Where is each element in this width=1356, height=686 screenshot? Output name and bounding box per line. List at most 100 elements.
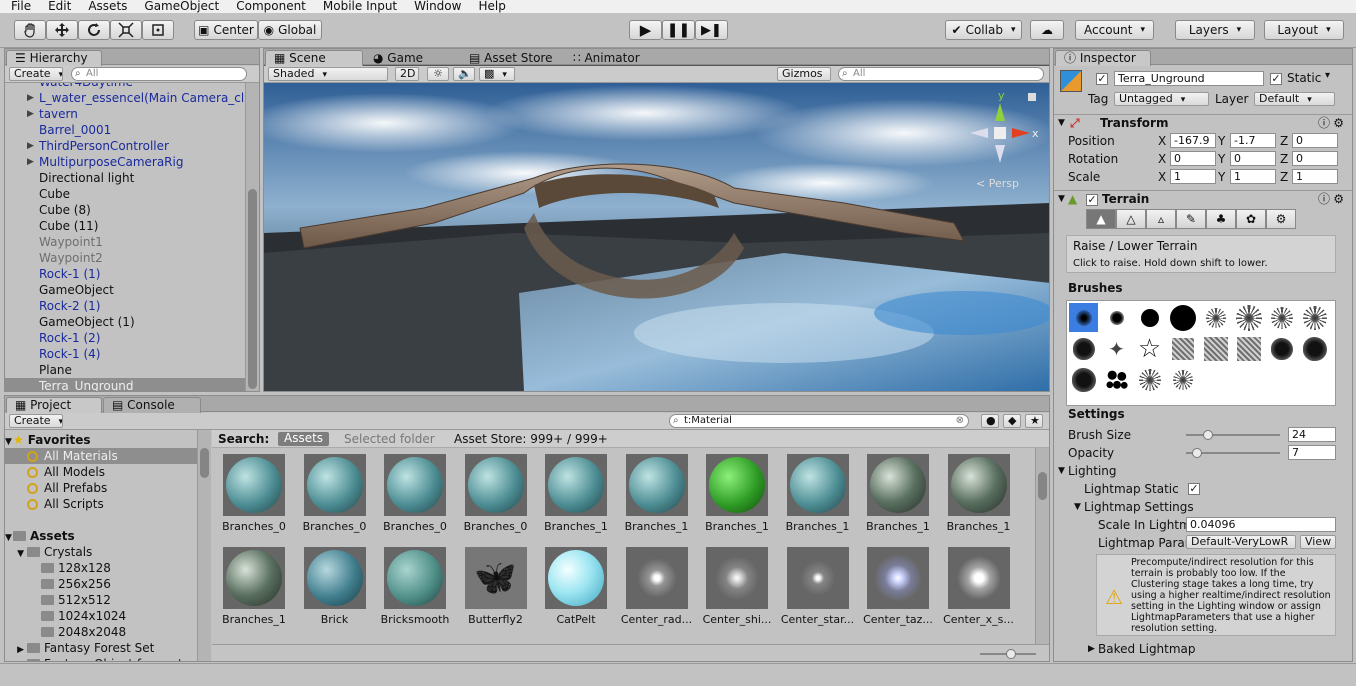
static-dropdown-arrow-icon[interactable]: ▾ bbox=[1325, 70, 1330, 81]
asset-item[interactable]: Branches_1 bbox=[942, 454, 1016, 534]
brush-size-slider[interactable] bbox=[1186, 430, 1280, 440]
project-tree-item[interactable]: 512x512 bbox=[5, 592, 197, 608]
move-tool-button[interactable] bbox=[46, 20, 78, 40]
opacity-field[interactable]: 7 bbox=[1288, 445, 1336, 460]
brush-option[interactable] bbox=[1069, 303, 1098, 332]
asset-item[interactable]: Center_shi... bbox=[700, 547, 774, 627]
thumbnail-size-slider[interactable] bbox=[980, 649, 1036, 659]
hierarchy-search-input[interactable]: All bbox=[71, 67, 247, 81]
brush-option[interactable] bbox=[1201, 334, 1230, 363]
menu-item-file[interactable]: File bbox=[0, 0, 37, 13]
rotate-tool-button[interactable] bbox=[78, 20, 110, 40]
object-name-field[interactable]: Terra_Unground bbox=[1114, 71, 1264, 86]
asset-item[interactable]: Branches_0 bbox=[378, 454, 452, 534]
opacity-knob[interactable] bbox=[1191, 448, 1202, 458]
project-tree-item[interactable]: All Scripts bbox=[5, 496, 197, 512]
brush-option[interactable] bbox=[1267, 334, 1296, 363]
project-create-button[interactable]: Create bbox=[9, 414, 63, 428]
project-tree-item[interactable]: ▼ Assets bbox=[5, 528, 197, 544]
filter-label-button[interactable]: ◆ bbox=[1003, 414, 1021, 428]
project-tree-item[interactable]: ▶ Fantasy Object free set bbox=[5, 656, 197, 661]
tab-animator[interactable]: ∷ Animator bbox=[564, 50, 654, 66]
project-tree-item[interactable]: 128x128 bbox=[5, 560, 197, 576]
cloud-button[interactable]: ☁ bbox=[1030, 20, 1064, 40]
scope-selected-folder-button[interactable]: Selected folder bbox=[344, 430, 435, 448]
project-tree-item[interactable]: 256x256 bbox=[5, 576, 197, 592]
hierarchy-item[interactable]: Barrel_0001 bbox=[5, 122, 245, 138]
raise-lower-tool[interactable]: ▲ bbox=[1086, 209, 1116, 229]
asset-grid-scroll-thumb[interactable] bbox=[1038, 472, 1047, 500]
hierarchy-item[interactable]: Terra_Unground bbox=[5, 378, 245, 391]
pivot-toggle[interactable]: ▣ Center bbox=[194, 20, 258, 40]
lighting-toggle[interactable]: ☼ bbox=[427, 67, 449, 81]
asset-item[interactable]: Branches_1 bbox=[700, 454, 774, 534]
expand-arrow-icon[interactable]: ▶ bbox=[27, 90, 34, 106]
layer-dropdown[interactable]: Default bbox=[1254, 92, 1335, 106]
asset-item[interactable]: Center_taz... bbox=[861, 547, 935, 627]
menu-item-help[interactable]: Help bbox=[467, 0, 511, 13]
lightmap-static-checkbox[interactable]: ✓ bbox=[1188, 483, 1200, 495]
tab-hierarchy[interactable]: ☰ Hierarchy bbox=[6, 50, 102, 66]
hierarchy-item[interactable]: Rock-1 (4) bbox=[5, 346, 245, 362]
hierarchy-scroll-thumb[interactable] bbox=[248, 189, 257, 389]
lightmap-settings-foldout[interactable]: ▼ Lightmap Settings bbox=[1054, 498, 1352, 516]
transform-x-field[interactable]: -167.9 bbox=[1170, 133, 1216, 148]
menu-item-mobile-input[interactable]: Mobile Input bbox=[312, 0, 403, 13]
rect-tool-button[interactable] bbox=[142, 20, 174, 40]
brush-size-knob[interactable] bbox=[1202, 430, 1213, 440]
layers-dropdown[interactable]: Layers bbox=[1175, 20, 1255, 40]
brush-option[interactable] bbox=[1069, 365, 1098, 394]
asset-item[interactable]: Bricksmooth bbox=[378, 547, 452, 627]
brush-option[interactable] bbox=[1102, 303, 1131, 332]
tab-inspector[interactable]: ⓘ Inspector bbox=[1055, 50, 1151, 66]
hierarchy-item[interactable]: GameObject (1) bbox=[5, 314, 245, 330]
persp-label[interactable]: < Persp bbox=[976, 177, 1019, 190]
brush-option[interactable] bbox=[1168, 334, 1197, 363]
brush-option[interactable] bbox=[1201, 303, 1230, 332]
project-tree-item[interactable]: 2048x2048 bbox=[5, 624, 197, 640]
hierarchy-item[interactable]: Rock-2 (1) bbox=[5, 298, 245, 314]
step-button[interactable]: ▶❚ bbox=[695, 20, 728, 40]
scope-asset-store-button[interactable]: Asset Store: 999+ / 999+ bbox=[454, 430, 608, 448]
hierarchy-item[interactable]: Cube bbox=[5, 186, 245, 202]
tag-dropdown[interactable]: Untagged bbox=[1114, 92, 1209, 106]
hierarchy-item[interactable]: Cube (8) bbox=[5, 202, 245, 218]
asset-item[interactable]: Branches_1 bbox=[861, 454, 935, 534]
lighting-foldout[interactable]: ▼ Lighting bbox=[1054, 462, 1352, 480]
layout-dropdown[interactable]: Layout bbox=[1264, 20, 1344, 40]
help-icon[interactable]: ⓘ bbox=[1318, 115, 1330, 132]
brush-option[interactable] bbox=[1300, 334, 1329, 363]
project-tree-item[interactable]: All Models bbox=[5, 464, 197, 480]
asset-item[interactable]: Center_rad... bbox=[620, 547, 694, 627]
project-search-input[interactable]: t:Material ⊗ bbox=[669, 414, 969, 428]
tab-scene[interactable]: ▦ Scene bbox=[265, 50, 363, 66]
transform-header[interactable]: ▼ ⤢ Transform ⓘ ⚙ bbox=[1054, 114, 1352, 132]
paint-details-tool[interactable]: ✿ bbox=[1236, 209, 1266, 229]
audio-toggle[interactable]: 🔈 bbox=[453, 67, 475, 81]
space-toggle[interactable]: ◉ Global bbox=[258, 20, 322, 40]
clear-search-icon[interactable]: ⊗ bbox=[956, 415, 964, 427]
project-tree-item[interactable]: ▼★ Favorites bbox=[5, 432, 197, 448]
paint-height-tool[interactable]: △ bbox=[1116, 209, 1146, 229]
hierarchy-item[interactable]: Plane bbox=[5, 362, 245, 378]
terrain-enabled-checkbox[interactable]: ✓ bbox=[1086, 194, 1098, 206]
place-trees-tool[interactable]: ♣ bbox=[1206, 209, 1236, 229]
hierarchy-item[interactable]: ▶ ThirdPersonController bbox=[5, 138, 245, 154]
menu-item-gameobject[interactable]: GameObject bbox=[133, 0, 225, 13]
brush-size-field[interactable]: 24 bbox=[1288, 427, 1336, 442]
brush-option[interactable] bbox=[1234, 334, 1263, 363]
menu-item-assets[interactable]: Assets bbox=[77, 0, 133, 13]
project-tree-scrollbar[interactable] bbox=[197, 430, 211, 661]
hierarchy-item[interactable]: Water4Daytime bbox=[5, 83, 245, 90]
transform-z-field[interactable]: 0 bbox=[1292, 151, 1338, 166]
brush-option[interactable]: ✦ bbox=[1102, 334, 1131, 363]
effects-dropdown[interactable]: ▩ bbox=[479, 67, 515, 81]
brush-option[interactable] bbox=[1168, 303, 1197, 332]
hand-tool-button[interactable] bbox=[14, 20, 46, 40]
terrain-settings-tool[interactable]: ⚙ bbox=[1266, 209, 1296, 229]
brush-option[interactable] bbox=[1234, 303, 1263, 332]
asset-item[interactable]: Center_star... bbox=[781, 547, 855, 627]
opacity-slider[interactable] bbox=[1186, 448, 1280, 458]
pause-button[interactable]: ❚❚ bbox=[662, 20, 695, 40]
account-dropdown[interactable]: Account bbox=[1075, 20, 1154, 40]
